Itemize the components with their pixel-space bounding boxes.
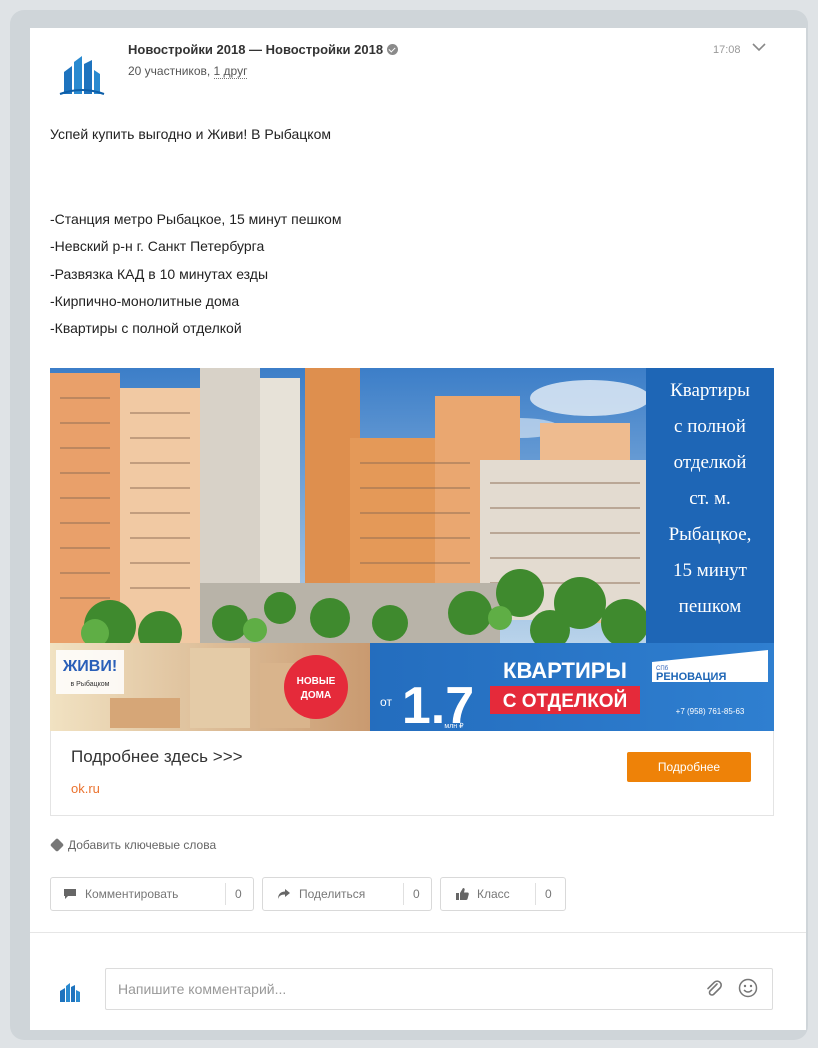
post-card: Новостройки 2018 — Новостройки 2018 20 у… [30,28,806,1030]
badge-text: ДОМА [301,690,331,701]
side-text: ст. м. [689,488,731,509]
like-button[interactable]: Класс 0 [440,877,566,911]
comment-icon [64,889,76,899]
badge-text: НОВЫЕ [297,676,336,687]
post-headline: Успей купить выгодно и Живи! В Рыбацком [50,126,331,142]
side-text: 15 минут [673,560,748,581]
members-info: 20 участников, 1 друг [128,64,248,79]
zhivi-text: ЖИВИ! [62,658,117,675]
link-preview[interactable]: Подробнее здесь >>> ok.ru Подробнее [50,731,774,816]
link-title[interactable]: Подробнее здесь >>> [71,747,243,767]
like-count: 0 [545,887,552,901]
link-domain[interactable]: ok.ru [71,781,100,796]
share-count: 0 [413,887,420,901]
thumbs-up-icon [456,888,469,900]
friends-link[interactable]: 1 друг [213,64,248,79]
finish-text: С ОТДЕЛКОЙ [503,690,627,712]
group-name[interactable]: Новостройки 2018 — Новостройки 2018 [128,42,399,57]
side-text: отделкой [674,452,747,473]
phone-text: +7 (958) 761-85-63 [676,707,745,716]
comment-button[interactable]: Комментировать 0 [50,877,254,911]
separator [225,883,226,905]
side-text: Квартиры [670,380,750,401]
post-bullet: -Невский р-н г. Санкт Петербурга [50,238,265,254]
side-text: Рыбацкое, [669,524,752,545]
more-button[interactable]: Подробнее [627,752,751,782]
share-label: Поделиться [299,887,366,901]
post-bullet: -Квартиры с полной отделкой [50,320,242,336]
separator [403,883,404,905]
like-label: Класс [477,887,510,901]
group-logo[interactable] [58,50,106,98]
new-homes-badge [284,655,348,719]
side-text: пешком [679,596,742,617]
post-time: 17:08 [713,44,741,56]
tag-icon [49,837,65,853]
side-text: с полной [674,416,746,437]
comment-count: 0 [235,887,242,901]
price-unit-text: млн ₽ [444,722,464,730]
post-bullet: -Станция метро Рыбацкое, 15 минут пешком [50,211,342,227]
separator [535,883,536,905]
divider [30,932,806,933]
brand-text: РЕНОВАЦИЯ [656,671,726,683]
ad-banner-image[interactable]: Квартиры с полной отделкой ст. м. Рыбацк… [50,368,774,731]
apartments-text: КВАРТИРЫ [503,658,627,683]
chevron-down-icon[interactable] [752,42,766,52]
smiley-icon[interactable] [738,978,758,998]
comment-label: Комментировать [85,887,179,901]
post-bullet: -Кирпично-монолитные дома [50,293,240,309]
add-keywords-label: Добавить ключевые слова [68,838,217,852]
members-count: 20 участников, [128,64,214,78]
price-from-text: от [380,695,392,709]
post-bullet: -Развязка КАД в 10 минутах езды [50,266,269,282]
share-icon [278,889,290,899]
comment-input-box[interactable] [105,968,773,1010]
share-button[interactable]: Поделиться 0 [262,877,432,911]
add-keywords-link[interactable]: Добавить ключевые слова [49,837,217,853]
comment-input[interactable] [116,977,680,1001]
building [120,388,200,643]
verified-icon [387,44,399,56]
zhivi-sub-text: в Рыбацком [71,680,110,688]
paperclip-icon[interactable] [704,979,724,999]
user-avatar[interactable] [58,980,82,1004]
